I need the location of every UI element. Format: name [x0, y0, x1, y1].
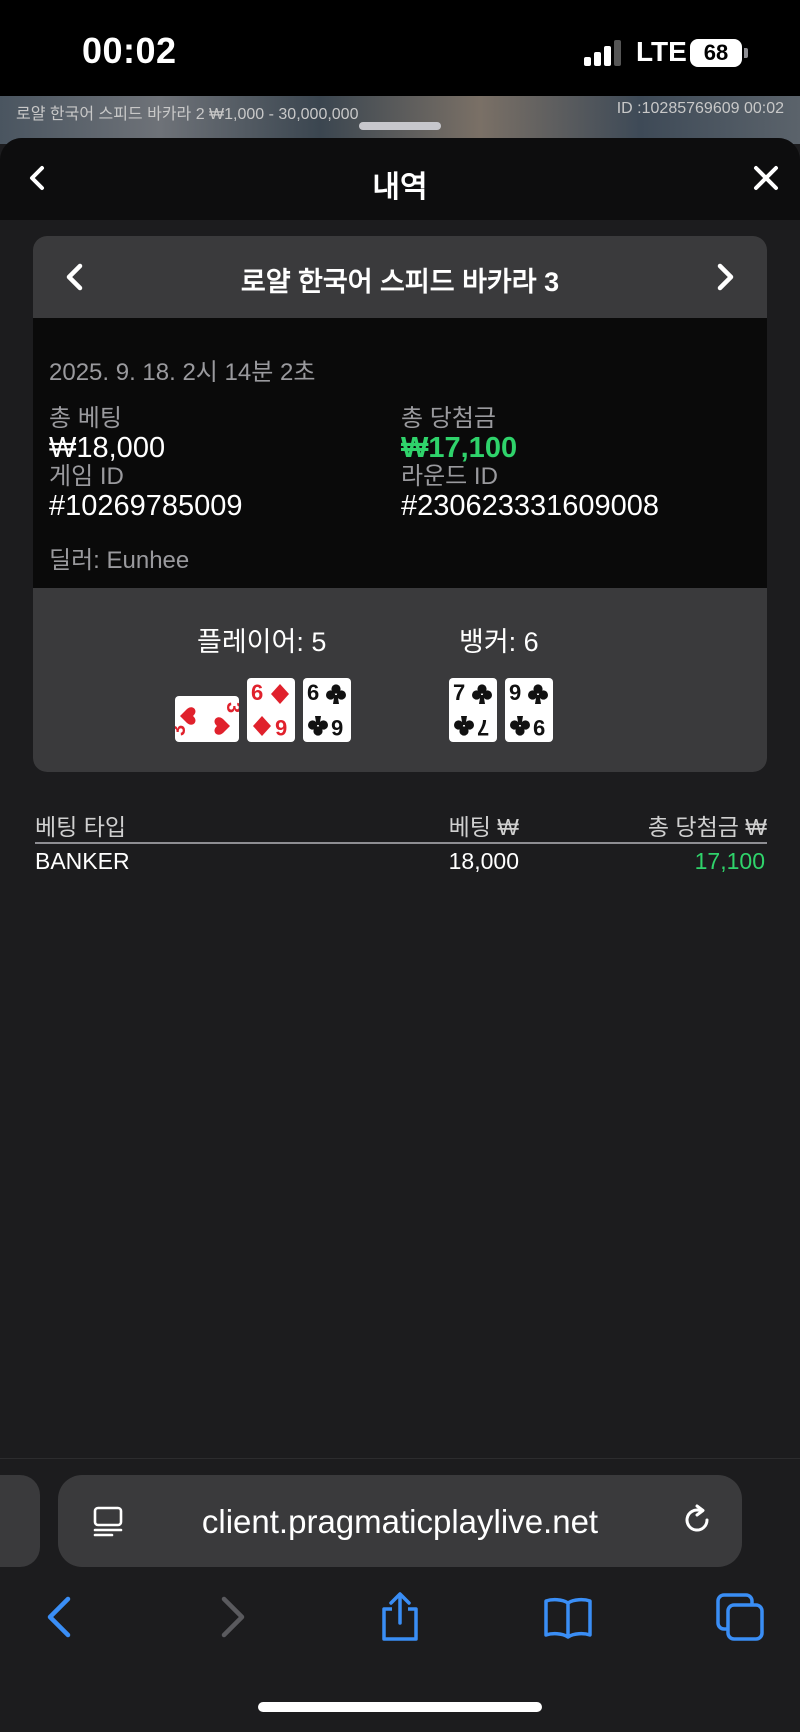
row-bet-type: BANKER	[35, 848, 130, 874]
banker-card-1: 7 7	[449, 678, 497, 742]
status-time: 00:02	[82, 30, 177, 71]
bets-table-header: 베팅 타입 베팅 ₩ 총 당첨금 ₩	[35, 808, 767, 844]
hands-panel: 플레이어: 5 뱅커: 6 3 3 6 6 6	[33, 588, 767, 772]
history-sheet: 내역 로얄 한국어 스피드 바카라 3 2025. 9. 18. 2시 14분 …	[0, 138, 800, 1458]
game-id-value: #10269785009	[49, 490, 243, 522]
card-header: 로얄 한국어 스피드 바카라 3	[33, 236, 767, 318]
signal-icon	[584, 40, 624, 66]
diamond-suit-icon-bottom	[253, 716, 271, 736]
browser-toolbar: client.pragmaticplaylive.net	[0, 1458, 800, 1732]
table-row: BANKER 18,000 17,100	[35, 848, 767, 888]
banker-card-1-rank: 7	[453, 680, 466, 705]
banker-card-2-rank: 9	[509, 680, 522, 705]
club-suit-icon	[528, 684, 548, 704]
sheet-grabber[interactable]	[359, 122, 441, 130]
player-card-1-rank: 3	[222, 702, 239, 713]
player-card-2-rank-bottom: 6	[275, 715, 288, 740]
background-table-title: 로얄 한국어 스피드 바카라 2 ₩1,000 - 30,000,000	[16, 106, 359, 123]
banker-label: 뱅커: 6	[459, 627, 539, 657]
status-bar: 00:02 LTE 68	[0, 0, 800, 96]
player-card-2: 6 6	[247, 678, 295, 742]
round-id-value: #230623331609008	[401, 490, 660, 522]
diamond-suit-icon	[271, 684, 289, 704]
browser-back-icon[interactable]	[34, 1591, 86, 1643]
player-card-1: 3 3	[168, 696, 244, 742]
total-win-label: 총 당첨금	[401, 405, 496, 432]
banker-card-2-rank-bottom: 9	[533, 715, 546, 740]
battery-tip	[744, 48, 748, 58]
bookmarks-icon[interactable]	[542, 1591, 594, 1643]
row-total-win: 17,100	[694, 848, 765, 874]
club-suit-icon	[326, 684, 346, 704]
sheet-title: 내역	[372, 171, 428, 204]
club-suit-icon	[472, 684, 492, 704]
player-card-3-rank-bottom: 6	[331, 715, 344, 740]
share-icon[interactable]	[374, 1591, 426, 1643]
browser-forward-icon[interactable]	[206, 1591, 258, 1643]
reload-icon[interactable]	[678, 1501, 716, 1539]
row-bet-amount: 18,000	[448, 848, 519, 874]
header-total-win: 총 당첨금 ₩	[647, 814, 767, 840]
background-id: ID :10285769609 00:02	[616, 100, 784, 117]
player-card-3-rank: 6	[307, 680, 320, 705]
round-id-label: 라운드 ID	[401, 463, 498, 490]
close-icon[interactable]	[748, 160, 784, 196]
round-date: 2025. 9. 18. 2시 14분 2초	[49, 359, 316, 386]
player-card-2-rank: 6	[251, 680, 264, 705]
player-label: 플레이어: 5	[197, 627, 327, 657]
banker-card-1-rank-bottom: 7	[477, 715, 490, 740]
game-title: 로얄 한국어 스피드 바카라 3	[240, 267, 560, 297]
club-suit-icon-bottom	[454, 716, 474, 736]
sheet-header: 내역	[0, 138, 800, 220]
home-indicator	[258, 1702, 542, 1712]
chevron-right-icon[interactable]	[707, 258, 743, 296]
battery-icon: 68	[690, 39, 742, 67]
total-bet-label: 총 베팅	[49, 405, 122, 432]
club-suit-icon-bottom	[510, 716, 530, 736]
dealer-label: 딜러: Eunhee	[49, 547, 190, 574]
club-suit-icon-bottom	[308, 716, 328, 736]
player-card-1-rank-bottom: 3	[175, 725, 190, 736]
header-bet-amount: 베팅 ₩	[448, 814, 519, 840]
player-card-3: 6 6	[303, 678, 351, 742]
previous-tab-peek[interactable]	[0, 1475, 40, 1567]
network-label: LTE	[636, 36, 687, 67]
round-detail-card: 로얄 한국어 스피드 바카라 3 2025. 9. 18. 2시 14분 2초 …	[33, 236, 767, 772]
address-bar[interactable]: client.pragmaticplaylive.net	[58, 1475, 742, 1567]
game-id-label: 게임 ID	[49, 463, 124, 490]
banker-card-2: 9 9	[505, 678, 553, 742]
header-bet-type: 베팅 타입	[35, 814, 127, 840]
url-text: client.pragmaticplaylive.net	[201, 1503, 599, 1540]
heart-suit-icon: 3 3	[168, 702, 244, 736]
tabs-icon[interactable]	[714, 1591, 766, 1643]
